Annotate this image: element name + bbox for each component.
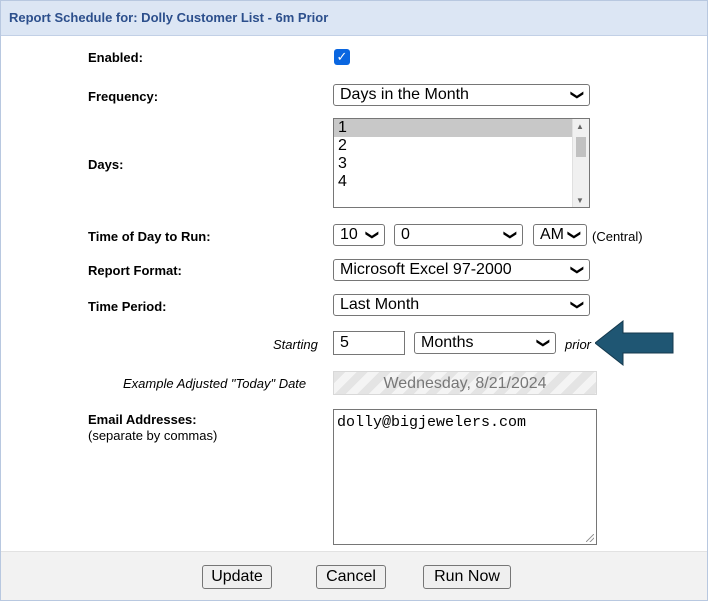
resize-grip-icon[interactable] — [586, 534, 594, 542]
time-period-label: Time Period: — [88, 299, 167, 314]
ampm-select[interactable]: AM ❯ — [533, 224, 587, 246]
run-now-button[interactable]: Run Now — [423, 565, 511, 589]
panel-title: Report Schedule for: Dolly Customer List… — [9, 10, 329, 25]
arrow-left-icon — [595, 319, 674, 367]
starting-unit-select[interactable]: Months ❯ — [414, 332, 556, 354]
cancel-button[interactable]: Cancel — [316, 565, 386, 589]
days-listbox[interactable]: 1 2 3 4 ▲ ▼ — [333, 118, 590, 208]
email-value: dolly@bigjewelers.com — [337, 414, 527, 431]
prior-label: prior — [565, 337, 592, 352]
email-textarea[interactable]: dolly@bigjewelers.com — [333, 409, 597, 545]
chevron-down-icon: ❯ — [536, 337, 552, 349]
days-option[interactable]: 2 — [334, 137, 589, 155]
example-date-display: Wednesday, 8/21/2024 — [333, 371, 597, 395]
starting-offset-input[interactable]: 5 — [333, 331, 405, 355]
days-option[interactable]: 4 — [334, 173, 589, 191]
chevron-down-icon: ❯ — [570, 299, 586, 311]
update-button[interactable]: Update — [202, 565, 272, 589]
days-scrollbar[interactable]: ▲ ▼ — [572, 119, 589, 207]
frequency-value: Days in the Month — [340, 86, 469, 103]
ampm-value: AM — [540, 226, 564, 243]
report-schedule-panel: Report Schedule for: Dolly Customer List… — [0, 0, 708, 601]
time-of-day-label: Time of Day to Run: — [88, 229, 211, 244]
days-option[interactable]: 3 — [334, 155, 589, 173]
hour-value: 10 — [340, 226, 358, 243]
chevron-down-icon: ❯ — [567, 229, 583, 241]
email-label: Email Addresses: — [88, 412, 197, 427]
hour-select[interactable]: 10 ❯ — [333, 224, 385, 246]
enabled-checkbox[interactable]: ✓ — [334, 49, 350, 65]
report-format-label: Report Format: — [88, 263, 182, 278]
scrollbar-thumb[interactable] — [576, 137, 586, 157]
minute-select[interactable]: 0 ❯ — [394, 224, 523, 246]
time-period-select[interactable]: Last Month ❯ — [333, 294, 590, 316]
example-date-label: Example Adjusted "Today" Date — [123, 376, 307, 391]
email-hint: (separate by commas) — [88, 428, 218, 443]
chevron-down-icon: ❯ — [503, 229, 519, 241]
frequency-select[interactable]: Days in the Month ❯ — [333, 84, 590, 106]
timezone-label: (Central) — [592, 229, 643, 244]
minute-value: 0 — [401, 226, 410, 243]
chevron-down-icon: ❯ — [570, 264, 586, 276]
report-format-select[interactable]: Microsoft Excel 97-2000 ❯ — [333, 259, 590, 281]
days-label: Days: — [88, 157, 124, 172]
chevron-down-icon: ❯ — [570, 89, 586, 101]
scroll-up-icon[interactable]: ▲ — [576, 122, 584, 131]
enabled-label: Enabled: — [88, 50, 143, 65]
scroll-down-icon[interactable]: ▼ — [576, 196, 584, 205]
chevron-down-icon: ❯ — [365, 229, 381, 241]
frequency-label: Frequency: — [88, 89, 159, 104]
starting-unit-value: Months — [421, 334, 474, 351]
starting-label: Starting — [273, 337, 318, 352]
report-format-value: Microsoft Excel 97-2000 — [340, 261, 512, 278]
panel-header: Report Schedule for: Dolly Customer List… — [1, 1, 707, 36]
time-period-value: Last Month — [340, 296, 420, 313]
days-option[interactable]: 1 — [334, 119, 589, 137]
